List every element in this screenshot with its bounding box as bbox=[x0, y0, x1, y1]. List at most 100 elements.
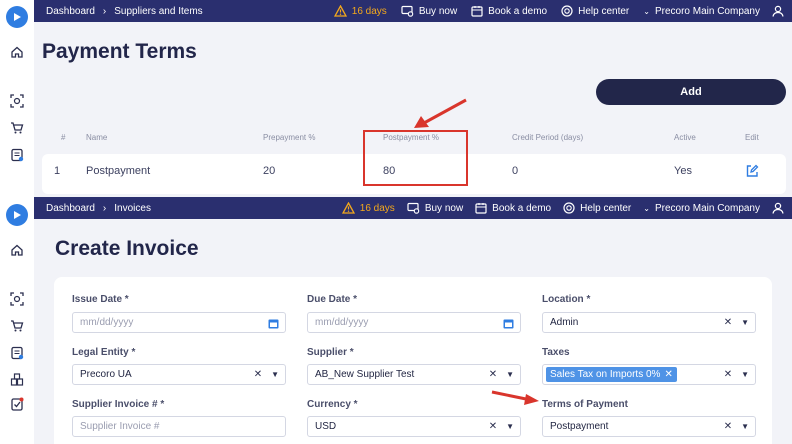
breadcrumb: Dashboard › Invoices bbox=[34, 203, 342, 214]
terms-of-payment-label: Terms of Payment bbox=[542, 399, 628, 410]
due-date-label: Due Date * bbox=[307, 294, 358, 305]
book-demo-label: Book a demo bbox=[488, 5, 548, 17]
clear-icon[interactable]: ✕ bbox=[724, 317, 732, 328]
supplier-label: Supplier * bbox=[307, 347, 354, 358]
caret-down-icon[interactable]: ▼ bbox=[506, 370, 514, 379]
caret-down-icon[interactable]: ▼ bbox=[271, 370, 279, 379]
precoro-logo-icon[interactable] bbox=[6, 204, 28, 226]
taxes-select[interactable]: Sales Tax on Imports 0% ✕ ✕ ▼ bbox=[542, 364, 756, 385]
tax-chip: Sales Tax on Imports 0% ✕ bbox=[546, 367, 677, 382]
purchase-cart-icon[interactable] bbox=[9, 318, 25, 334]
home-icon[interactable] bbox=[9, 44, 25, 60]
add-button[interactable]: Add bbox=[596, 79, 786, 105]
help-center-label: Help center bbox=[580, 202, 632, 214]
home-icon[interactable] bbox=[9, 242, 25, 258]
user-menu[interactable] bbox=[772, 5, 784, 17]
terms-of-payment-select[interactable]: Postpayment ✕ ▼ bbox=[542, 416, 756, 437]
caret-down-icon[interactable]: ▼ bbox=[741, 422, 749, 431]
row-active: Yes bbox=[674, 165, 692, 177]
book-demo-button[interactable]: Book a demo bbox=[471, 5, 547, 17]
location-value: Admin bbox=[550, 317, 579, 328]
annotation-arrow-icon bbox=[491, 390, 539, 405]
invoice-icon[interactable] bbox=[9, 147, 25, 163]
supplier-select[interactable]: AB_New Supplier Test ✕ ▼ bbox=[307, 364, 521, 385]
row-prepayment: 20 bbox=[263, 165, 276, 177]
legal-entity-label: Legal Entity * bbox=[72, 347, 136, 358]
user-menu[interactable] bbox=[772, 202, 784, 214]
trial-days-text: 16 days bbox=[351, 5, 387, 17]
scan-icon[interactable] bbox=[9, 93, 25, 109]
breadcrumb: Dashboard › Suppliers and Items bbox=[34, 6, 334, 17]
calendar-icon[interactable] bbox=[268, 318, 279, 329]
issue-date-input[interactable]: mm/dd/yyyy bbox=[72, 312, 286, 333]
breadcrumb-dashboard-link[interactable]: Dashboard bbox=[46, 6, 95, 17]
chevron-down-icon: ⌄ bbox=[643, 6, 650, 16]
top-navbar: Dashboard › Invoices 16 days Buy now Boo… bbox=[34, 197, 792, 219]
row-name: Postpayment bbox=[86, 165, 151, 177]
remove-chip-icon[interactable]: ✕ bbox=[664, 369, 672, 380]
supplier-invoice-input[interactable]: Supplier Invoice # bbox=[72, 416, 286, 437]
location-select[interactable]: Admin ✕ ▼ bbox=[542, 312, 756, 333]
clear-icon[interactable]: ✕ bbox=[489, 369, 497, 380]
company-selector[interactable]: ⌄ Precoro Main Company bbox=[643, 203, 760, 214]
book-demo-button[interactable]: Book a demo bbox=[475, 202, 551, 214]
supplier-invoice-label: Supplier Invoice # * bbox=[72, 399, 165, 410]
page-title: Payment Terms bbox=[42, 40, 197, 63]
breadcrumb-dashboard-link[interactable]: Dashboard bbox=[46, 203, 95, 214]
help-center-button[interactable]: Help center bbox=[561, 5, 629, 17]
calendar-icon[interactable] bbox=[503, 318, 514, 329]
column-header-active[interactable]: Active bbox=[674, 133, 696, 142]
inventory-icon[interactable] bbox=[9, 372, 25, 388]
lifebuoy-icon bbox=[563, 202, 575, 214]
buy-now-button[interactable]: Buy now bbox=[401, 5, 457, 17]
warning-icon bbox=[333, 5, 347, 17]
terms-of-payment-value: Postpayment bbox=[550, 421, 609, 432]
scan-icon[interactable] bbox=[9, 291, 25, 307]
trial-days-text: 16 days bbox=[359, 202, 395, 214]
due-date-placeholder: mm/dd/yyyy bbox=[315, 317, 369, 328]
help-center-button[interactable]: Help center bbox=[563, 202, 631, 214]
lifebuoy-icon bbox=[561, 5, 573, 17]
clear-icon[interactable]: ✕ bbox=[254, 369, 262, 380]
buy-now-button[interactable]: Buy now bbox=[407, 202, 463, 214]
help-center-label: Help center bbox=[578, 5, 630, 17]
column-header-name[interactable]: Name bbox=[86, 133, 107, 142]
column-header-credit-period[interactable]: Credit Period (days) bbox=[512, 133, 583, 142]
sidebar-bottom bbox=[0, 197, 34, 444]
purchase-cart-icon[interactable] bbox=[9, 120, 25, 136]
invoice-icon[interactable] bbox=[9, 345, 25, 361]
buy-now-label: Buy now bbox=[418, 5, 458, 17]
currency-label: Currency * bbox=[307, 399, 358, 410]
column-header-prepayment[interactable]: Prepayment % bbox=[263, 133, 315, 142]
chevron-right-icon: › bbox=[102, 5, 107, 17]
book-demo-label: Book a demo bbox=[492, 202, 552, 214]
caret-down-icon[interactable]: ▼ bbox=[741, 370, 749, 379]
chevron-down-icon: ⌄ bbox=[643, 203, 650, 213]
breadcrumb-invoices-link[interactable]: Invoices bbox=[114, 203, 151, 214]
tasks-icon[interactable] bbox=[9, 396, 25, 412]
due-date-input[interactable]: mm/dd/yyyy bbox=[307, 312, 521, 333]
sidebar-top bbox=[0, 0, 34, 197]
top-navbar: Dashboard › Suppliers and Items 16 days … bbox=[34, 0, 792, 22]
trial-indicator[interactable]: 16 days bbox=[341, 202, 395, 214]
clear-icon[interactable]: ✕ bbox=[724, 369, 732, 380]
breadcrumb-suppliers-link[interactable]: Suppliers and Items bbox=[114, 6, 202, 17]
buy-now-label: Buy now bbox=[424, 202, 464, 214]
caret-down-icon[interactable]: ▼ bbox=[741, 318, 749, 327]
column-header-number: # bbox=[61, 133, 66, 142]
supplier-invoice-placeholder: Supplier Invoice # bbox=[80, 421, 160, 432]
precoro-logo-icon[interactable] bbox=[6, 6, 28, 28]
caret-down-icon[interactable]: ▼ bbox=[506, 422, 514, 431]
location-label: Location * bbox=[542, 294, 591, 305]
taxes-label: Taxes bbox=[542, 347, 570, 358]
currency-select[interactable]: USD ✕ ▼ bbox=[307, 416, 521, 437]
page-title: Create Invoice bbox=[55, 237, 199, 260]
edit-icon[interactable] bbox=[745, 164, 759, 183]
legal-entity-select[interactable]: Precoro UA ✕ ▼ bbox=[72, 364, 286, 385]
clear-icon[interactable]: ✕ bbox=[489, 421, 497, 432]
user-icon bbox=[772, 5, 784, 17]
calendar-icon bbox=[475, 203, 487, 214]
trial-indicator[interactable]: 16 days bbox=[333, 5, 387, 17]
company-selector[interactable]: ⌄ Precoro Main Company bbox=[643, 6, 760, 17]
clear-icon[interactable]: ✕ bbox=[724, 421, 732, 432]
